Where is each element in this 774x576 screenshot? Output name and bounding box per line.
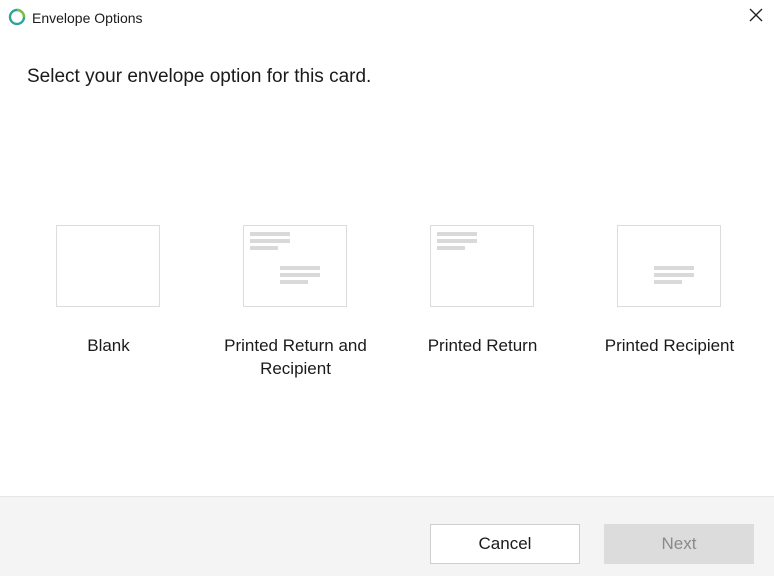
option-printed-recipient[interactable]: Printed Recipient — [576, 225, 763, 385]
option-printed-return-and-recipient[interactable]: Printed Return and Recipient — [202, 225, 389, 385]
envelope-return-thumbnail — [430, 225, 534, 307]
envelope-options-dialog: Envelope Options Select your envelope op… — [0, 0, 774, 576]
cancel-button[interactable]: Cancel — [430, 524, 580, 564]
option-blank[interactable]: Blank — [15, 225, 202, 385]
option-label: Printed Recipient — [604, 336, 735, 355]
option-label: Blank — [87, 336, 130, 355]
envelope-return-recipient-thumbnail — [243, 225, 347, 307]
option-printed-return[interactable]: Printed Return — [389, 225, 576, 385]
envelope-blank-thumbnail — [56, 225, 160, 307]
circle-logo-icon — [8, 8, 26, 26]
dialog-footer: Cancel Next — [0, 496, 774, 576]
option-label: Printed Return and Recipient — [224, 336, 367, 378]
next-button[interactable]: Next — [604, 524, 754, 564]
page-title: Select your envelope option for this car… — [27, 66, 372, 87]
close-button[interactable] — [738, 0, 774, 34]
close-icon — [749, 8, 763, 27]
envelope-recipient-thumbnail — [617, 225, 721, 307]
title-bar: Envelope Options — [0, 0, 774, 36]
option-label: Printed Return — [427, 336, 538, 355]
window-title: Envelope Options — [32, 10, 143, 26]
